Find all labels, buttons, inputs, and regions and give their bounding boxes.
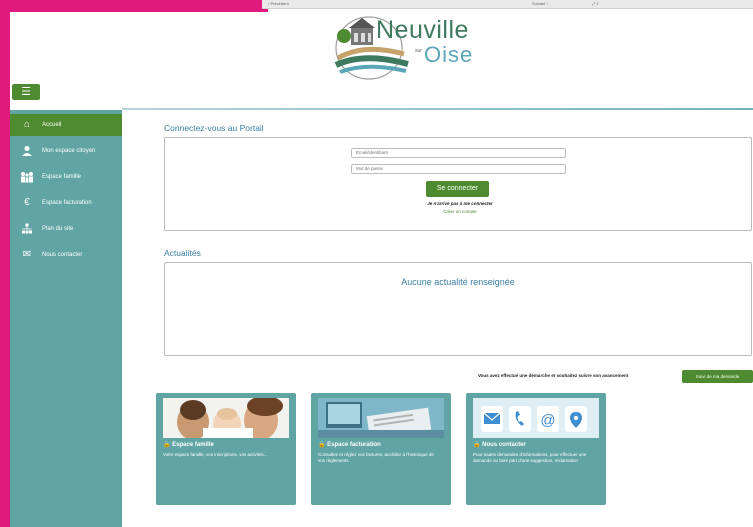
login-button[interactable]: Se connecter [426, 181, 489, 197]
next-link[interactable]: Suivant › [532, 0, 548, 8]
sidebar-item-label: Espace facturation [42, 200, 92, 206]
card-espace-facturation[interactable]: 🔒 Espace facturation Consultez et réglez… [311, 393, 451, 505]
create-account-link[interactable]: Créer un compte [410, 209, 510, 214]
top-edge-stripe [0, 0, 268, 12]
lock-icon: 🔒 [318, 442, 326, 448]
card-title: 🔒 Nous contacter [473, 441, 526, 448]
card-nous-contacter[interactable]: @ 🔒 Nous contacter Pour toutes demandes … [466, 393, 606, 505]
news-title: Actualités [164, 248, 201, 258]
card-description: Votre espace famille, vos inscriptions, … [163, 452, 268, 457]
card-title: 🔒 Espace facturation [318, 441, 381, 448]
card-description: Consultez et réglez vos factures, accéde… [318, 452, 434, 463]
sidebar-item-accueil[interactable]: ⌂ Accueil [10, 114, 122, 136]
toolbar-controls[interactable]: ⤢ ≡ [592, 0, 599, 8]
sidebar-item-plan-du-site[interactable]: Plan du site [10, 218, 122, 240]
home-icon: ⌂ [23, 119, 31, 130]
sidebar-item-label: Mon espace citoyen [42, 148, 96, 154]
card-title-text: Espace facturation [327, 442, 381, 448]
no-news-text: Aucune actualité renseignée [401, 277, 515, 287]
follow-request-text: Vous avez effectué une démarche et souha… [478, 373, 629, 378]
forgot-login-link[interactable]: Je n'arrive pas à me connecter [410, 201, 510, 206]
hamburger-icon: ☰ [21, 86, 31, 98]
sidebar: ⌂ Accueil Mon espace citoyen Espace fami… [10, 110, 122, 527]
logo-name-line2: Oise [424, 42, 474, 67]
follow-request-button[interactable]: Suivi de ma demande [682, 370, 753, 383]
email-field[interactable] [351, 148, 566, 158]
sidebar-item-nous-contacter[interactable]: ✉ Nous contacter [10, 244, 122, 266]
mail-icon: ✉ [22, 249, 32, 260]
card-espace-famille[interactable]: 🔒 Espace famille Votre espace famille, v… [156, 393, 296, 505]
contact-icons-image: @ [473, 398, 599, 438]
lock-icon: 🔒 [473, 442, 481, 448]
menu-toggle-button[interactable]: ☰ [12, 84, 40, 100]
svg-text:@: @ [540, 412, 555, 429]
sidebar-item-mon-espace[interactable]: Mon espace citoyen [10, 140, 122, 162]
lock-icon: 🔒 [163, 442, 171, 448]
card-title-text: Nous contacter [482, 442, 526, 448]
logo-name-line1: Neuville [376, 16, 469, 44]
sitemap-icon [20, 223, 34, 235]
sidebar-item-label: Accueil [42, 122, 62, 128]
sidebar-item-espace-famille[interactable]: Espace famille [10, 166, 122, 188]
logo-name-sur: sur [415, 48, 422, 54]
card-title: 🔒 Espace famille [163, 441, 214, 448]
card-title-text: Espace famille [172, 442, 214, 448]
sidebar-item-label: Nous contacter [42, 252, 83, 258]
sidebar-item-espace-facturation[interactable]: € Espace facturation [10, 192, 122, 214]
password-field[interactable] [351, 164, 566, 174]
family-photo [163, 398, 289, 438]
sidebar-item-label: Plan du site [42, 226, 74, 232]
user-icon [20, 145, 34, 157]
login-title: Connectez-vous au Portail [164, 123, 264, 133]
card-description: Pour toutes demandes d'informations, pou… [473, 452, 587, 463]
header-divider [122, 108, 753, 110]
previous-link[interactable]: ‹ Précédent [268, 0, 289, 8]
sidebar-item-label: Espace famille [42, 174, 82, 180]
billing-photo [318, 398, 444, 438]
euro-icon: € [24, 197, 30, 208]
family-icon [20, 171, 34, 183]
left-edge-stripe [0, 0, 10, 527]
